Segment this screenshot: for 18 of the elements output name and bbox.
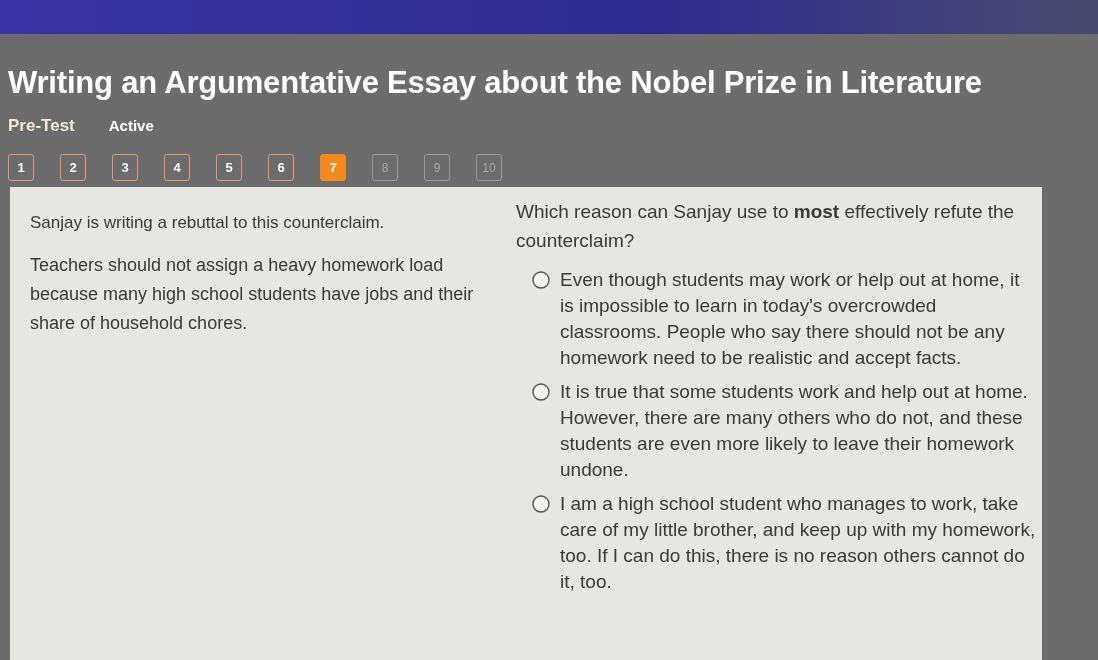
status-label: Active (108, 117, 154, 134)
question-number-button[interactable]: 3 (112, 154, 138, 181)
question-prompt: Which reason can Sanjay use to most effectively refute the counterclaim? (516, 200, 1016, 253)
radio-button-icon[interactable] (532, 271, 550, 289)
answer-option-text: I am a high school student who manages to work, take care of my little brother, and keep up with my homework, too. If I can do this, there is no reason others cannot do it, too. (560, 492, 1036, 594)
question-number-button[interactable]: 5 (216, 154, 242, 181)
question-number-button[interactable]: 4 (164, 154, 190, 181)
question-number-button[interactable]: 6 (268, 154, 294, 181)
passage-intro: Sanjay is writing a rebuttal to this counterclaim. (30, 212, 386, 234)
radio-button-icon[interactable] (532, 495, 550, 513)
test-type-label: Pre-Test (8, 116, 75, 136)
question-number-button[interactable]: 1 (8, 154, 34, 181)
radio-button-icon[interactable] (532, 383, 550, 401)
question-number-button[interactable]: 2 (60, 154, 86, 181)
lesson-title: Writing an Argumentative Essay about the Nobel Prize in Literature (8, 64, 983, 102)
counterclaim-text: Teachers should not assign a heavy homework load because many high school students have jobs and their share of household chores. (30, 254, 475, 335)
answer-option-text: It is true that some students work and help out at home. However, there are many others who do not, and these students are even more likely to leave their homework undone. (560, 380, 1029, 482)
answer-option-text: Even though students may work or help out at home, it is impossible to learn in today's overcrowded classrooms. People who say there should not be any homework need to be realistic and accept facts. (560, 268, 1021, 370)
